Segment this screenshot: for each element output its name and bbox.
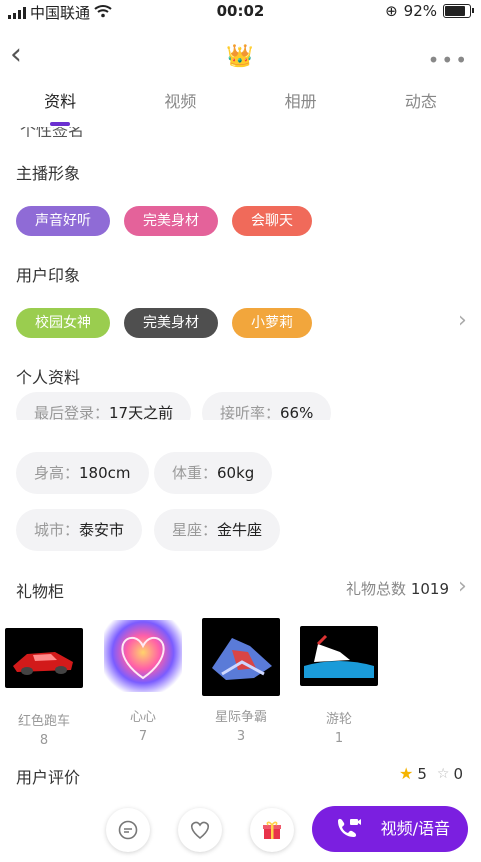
gift-total[interactable]: 礼物总数 1019 — [346, 578, 449, 599]
chat-bubble-icon — [118, 820, 138, 840]
profile-title: 个人资料 — [16, 368, 81, 387]
scrolled-signature-text: 个性签名 — [20, 127, 85, 137]
user-reviews-title: 用户评价 — [16, 768, 81, 787]
cruise-ship-icon — [300, 626, 378, 686]
profile-item-zodiac: 星座：金牛座 — [154, 509, 281, 551]
profile-item-last-login: 最后登录：17天之前 — [16, 392, 192, 420]
like-button[interactable] — [178, 808, 222, 852]
gift-item[interactable]: 红色跑车 8 — [4, 628, 84, 748]
user-impression-title: 用户印象 — [16, 266, 81, 285]
tab-album[interactable]: 相册 — [241, 88, 361, 128]
profile-item-weight: 体重：60kg — [154, 452, 273, 494]
host-image-title: 主播形象 — [16, 164, 81, 183]
status-bar: 中国联通 00:02 ⊕ 92% — [0, 0, 481, 24]
chevron-right-icon[interactable]: › — [458, 308, 467, 333]
review-summary: ★ 5 ☆ 0 — [399, 764, 463, 783]
profile-item-height: 身高：180cm — [16, 452, 149, 494]
host-tag[interactable]: 声音好听 — [16, 206, 110, 236]
impression-tag[interactable]: 校园女神 — [16, 308, 110, 338]
host-tag[interactable]: 会聊天 — [232, 206, 312, 236]
heart-outline-icon — [190, 821, 210, 840]
tab-profile[interactable]: 资料 — [0, 88, 120, 128]
chevron-right-icon[interactable]: › — [458, 574, 467, 599]
tab-bar: 资料 视频 相册 动态 — [0, 88, 481, 128]
rotation-lock-icon: ⊕ — [385, 2, 398, 20]
gift-item[interactable]: 心心 7 — [103, 620, 183, 744]
profile-row-clipped: 最后登录：17天之前 接听率：66% — [0, 392, 481, 420]
tab-videos[interactable]: 视频 — [120, 88, 240, 128]
sports-car-icon — [5, 628, 83, 688]
star-icon: ★ — [399, 764, 414, 783]
impression-tag[interactable]: 小萝莉 — [232, 308, 312, 338]
tab-moments[interactable]: 动态 — [361, 88, 481, 128]
heart-icon — [104, 620, 182, 692]
gift-item[interactable]: 星际争霸 3 — [201, 618, 281, 744]
host-tag[interactable]: 完美身材 — [124, 206, 218, 236]
impression-tag[interactable]: 完美身材 — [124, 308, 218, 338]
battery-percent: 92% — [403, 2, 437, 20]
profile-item-answer-rate: 接听率：66% — [202, 392, 332, 420]
crown-icon: 👑 — [226, 44, 254, 69]
gift-cabinet-title: 礼物柜 — [16, 582, 65, 601]
video-call-icon — [334, 806, 362, 858]
starcraft-ship-icon — [202, 618, 280, 696]
more-options-icon[interactable]: ••• — [428, 48, 469, 72]
battery-icon — [443, 4, 474, 18]
nav-bar: ‹ 👑 ••• — [0, 32, 481, 80]
thumbs-down-star-icon: ☆ — [436, 765, 450, 782]
back-icon[interactable]: ‹ — [10, 40, 22, 70]
video-voice-call-button[interactable]: 视频/语音 — [312, 806, 468, 852]
chat-button[interactable] — [106, 808, 150, 852]
gift-box-icon — [263, 821, 281, 839]
gift-item[interactable]: 游轮 1 — [299, 626, 379, 746]
profile-item-city: 城市：泰安市 — [16, 509, 143, 551]
gift-button[interactable] — [250, 808, 294, 852]
